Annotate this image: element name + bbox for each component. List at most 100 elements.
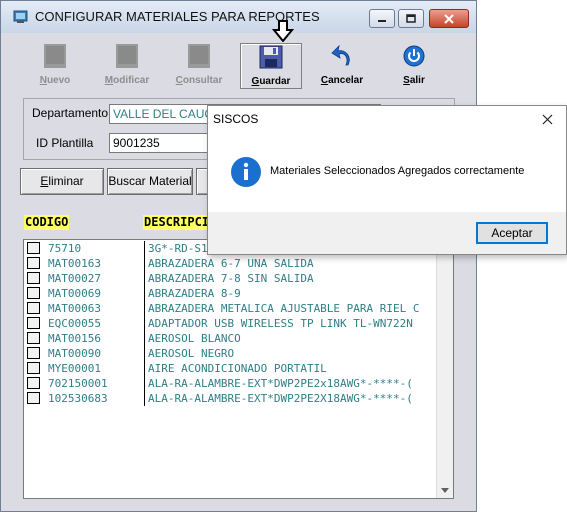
column-separator (144, 256, 145, 271)
plantilla-field[interactable]: 9001235 (109, 133, 219, 153)
undo-arrow-icon (331, 44, 350, 66)
exit-label: Salir (403, 75, 425, 86)
row-checkbox[interactable] (27, 332, 40, 344)
maximize-button[interactable] (398, 9, 424, 28)
info-icon (231, 157, 261, 187)
dialog-message: Materiales Seleccionados Agregados corre… (270, 165, 525, 177)
row-checkbox[interactable] (27, 392, 40, 404)
row-description: ABRAZADERA 6-7 UNA SALIDA (148, 257, 314, 270)
accept-button[interactable]: Aceptar (476, 222, 548, 244)
column-separator (144, 241, 145, 256)
minimize-icon (378, 19, 386, 22)
modify-button[interactable]: Modificar (97, 43, 157, 89)
column-separator (144, 391, 145, 406)
message-dialog: SISCOS Materiales Seleccionados Agregado… (207, 105, 567, 255)
column-separator (144, 286, 145, 301)
list-row[interactable]: EQC00055 ADAPTADOR USB WIRELESS TP LINK T… (24, 316, 439, 331)
row-code: 102530683 (48, 392, 108, 405)
maximize-icon (406, 14, 416, 23)
eliminar-button[interactable]: Eliminar (20, 168, 104, 195)
materials-list[interactable]: 75710 3G*-RD-S1 MAT00163 ABRAZADERA 6-7 UNA… (23, 239, 454, 499)
row-description: ABRAZADERA 7-8 SIN SALIDA (148, 272, 314, 285)
row-checkbox[interactable] (27, 257, 40, 269)
row-code: MAT00063 (48, 302, 101, 315)
column-separator (144, 361, 145, 376)
power-icon (403, 45, 425, 67)
row-code: MAT00069 (48, 287, 101, 300)
title-bar[interactable]: CONFIGURAR MATERIALES PARA REPORTES (1, 1, 476, 33)
save-button[interactable]: Guardar (240, 43, 302, 89)
list-row[interactable]: MAT00156 AEROSOL BLANCO (24, 331, 439, 346)
column-separator (144, 301, 145, 316)
column-separator (144, 376, 145, 391)
dialog-close-button[interactable] (538, 110, 556, 128)
close-icon (542, 114, 552, 124)
column-separator (144, 271, 145, 286)
save-label: Guardar (251, 76, 291, 87)
column-separator (144, 316, 145, 331)
new-button[interactable]: Nuevo (25, 43, 85, 89)
list-row[interactable]: MAT00163 ABRAZADERA 6-7 UNA SALIDA (24, 256, 439, 271)
row-checkbox[interactable] (27, 377, 40, 389)
app-icon (13, 10, 28, 23)
minimize-button[interactable] (369, 9, 395, 28)
exit-button[interactable]: Salir (384, 43, 444, 89)
row-code: MAT00156 (48, 332, 101, 345)
row-code: 702150001 (48, 377, 108, 390)
scroll-down-button[interactable] (437, 482, 453, 498)
vertical-scrollbar[interactable] (436, 240, 453, 498)
column-separator (144, 346, 145, 361)
dialog-title: SISCOS (213, 112, 259, 126)
list-row[interactable]: 102530683 ALA-RA-ALAMBRE-EXT*DWP2PE2X18AW… (24, 391, 439, 406)
query-icon (188, 44, 210, 68)
departamento-label: Departamento (32, 106, 109, 120)
buscar-material-label: Buscar Material (108, 174, 192, 188)
list-row[interactable]: 702150001 ALA-RA-ALAMBRE-EXT*DWP2PE2x18AW… (24, 376, 439, 391)
plantilla-label: ID Plantilla (36, 136, 94, 150)
list-row[interactable]: MAT00090 AEROSOL NEGRO (24, 346, 439, 361)
row-checkbox[interactable] (27, 347, 40, 359)
codigo-header: CODIGO (24, 215, 70, 230)
row-checkbox[interactable] (27, 302, 40, 314)
list-row[interactable]: MAT00069 ABRAZADERA 8-9 (24, 286, 439, 301)
row-code: MYE00001 (48, 362, 101, 375)
row-description: ALA-RA-ALAMBRE-EXT*DWP2PE2X18AWG*-****-( (148, 392, 413, 405)
row-checkbox[interactable] (27, 362, 40, 374)
row-description: ABRAZADERA 8-9 (148, 287, 241, 300)
modify-label: Modificar (104, 75, 150, 86)
eliminar-label: liminar (48, 174, 84, 188)
floppy-disk-icon (259, 45, 283, 69)
new-icon (44, 44, 66, 68)
new-label: Nuevo (39, 75, 71, 86)
list-row[interactable]: MAT00027 ABRAZADERA 7-8 SIN SALIDA (24, 271, 439, 286)
cancel-button[interactable]: Cancelar (312, 43, 372, 89)
buscar-material-button[interactable]: Buscar Material (107, 168, 193, 195)
dialog-footer: Aceptar (208, 212, 566, 254)
scroll-down-icon (441, 487, 449, 493)
row-code: MAT00027 (48, 272, 101, 285)
row-description: AEROSOL BLANCO (148, 332, 241, 345)
edit-icon (116, 44, 138, 68)
row-code: 75710 (48, 242, 82, 255)
row-description: AIRE ACONDICIONADO PORTATIL (148, 362, 327, 375)
row-checkbox[interactable] (27, 272, 40, 284)
close-icon (444, 13, 454, 24)
column-separator (144, 331, 145, 346)
list-row[interactable]: MAT00063 ABRAZADERA METALICA AJUSTABLE PA… (24, 301, 439, 316)
row-checkbox[interactable] (27, 317, 40, 329)
row-description: AEROSOL NEGRO (148, 347, 235, 360)
list-row[interactable]: MYE00001 AIRE ACONDICIONADO PORTATIL (24, 361, 439, 376)
row-code: MAT00163 (48, 257, 101, 270)
row-description: ALA-RA-ALAMBRE-EXT*DWP2PE2x18AWG*-****-( (148, 377, 413, 390)
row-checkbox[interactable] (27, 287, 40, 299)
down-arrow-cursor-icon (272, 20, 294, 42)
descripcion-header: DESCRIPCI (143, 215, 211, 230)
close-button[interactable] (429, 9, 469, 28)
cancel-label: Cancelar (320, 75, 364, 86)
query-label: Consultar (175, 75, 223, 86)
row-checkbox[interactable] (27, 242, 40, 254)
row-description: ABRAZADERA METALICA AJUSTABLE PARA RIEL … (148, 302, 420, 315)
query-button[interactable]: Consultar (169, 43, 229, 89)
row-description: ADAPTADOR USB WIRELESS TP LINK TL-WN722N (148, 317, 413, 330)
row-code: MAT00090 (48, 347, 101, 360)
